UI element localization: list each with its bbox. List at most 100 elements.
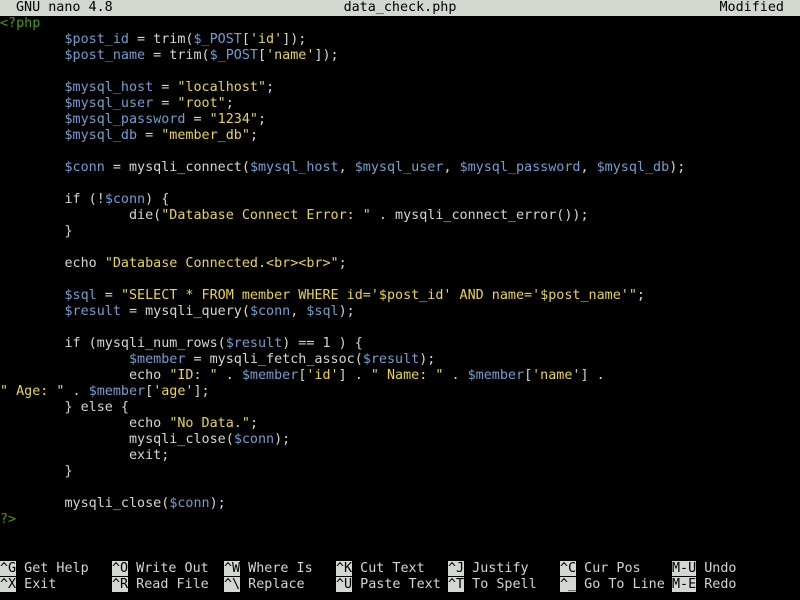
code-line[interactable] <box>0 64 800 80</box>
code-line[interactable]: <?php <box>0 16 800 32</box>
code-line[interactable]: $post_id = trim($_POST['id']); <box>0 32 800 48</box>
shortcut-label: To Spell <box>464 577 537 592</box>
code-token: $member <box>88 384 146 399</box>
code-token: $sql <box>64 288 97 303</box>
code-line[interactable]: $mysql_user = "root"; <box>0 96 800 112</box>
code-line[interactable]: $mysql_password = "1234"; <box>0 112 800 128</box>
code-line[interactable]: } <box>0 224 800 240</box>
shortcut-key: M-E <box>672 577 697 592</box>
code-token: "Database Connect Error: " <box>161 208 371 223</box>
code-token: "1234" <box>209 112 258 127</box>
code-line[interactable]: $result = mysqli_query($conn, $sql); <box>0 304 800 320</box>
code-token: = <box>137 128 162 143</box>
code-line[interactable]: $member = mysqli_fetch_assoc($result); <box>0 352 800 368</box>
code-token: [ <box>241 32 250 47</box>
shortcut-item[interactable]: ^_ Go To Line <box>560 577 665 593</box>
code-token: if (! <box>64 192 105 207</box>
code-token: $conn <box>169 496 210 511</box>
code-line[interactable]: $mysql_host = "localhost"; <box>0 80 800 96</box>
code-token: $_POST <box>193 32 242 47</box>
shortcut-label: Get Help <box>16 561 89 576</box>
code-token: $_POST <box>209 48 258 63</box>
code-token: ] . <box>338 368 371 383</box>
code-line[interactable]: " Age: " . $member['age']; <box>0 384 800 400</box>
code-line[interactable]: $mysql_db = "member_db"; <box>0 128 800 144</box>
code-token: = mysqli_query( <box>120 304 250 319</box>
shortcut-item[interactable]: ^J Justify <box>448 561 529 577</box>
shortcut-label: Write Out <box>128 561 209 576</box>
code-line[interactable] <box>0 480 800 496</box>
shortcut-item[interactable]: ^O Write Out <box>112 561 209 577</box>
code-line[interactable]: die("Database Connect Error: " . mysqli_… <box>0 208 800 224</box>
shortcut-item[interactable]: M-U Undo <box>672 561 737 577</box>
code-line[interactable] <box>0 320 800 336</box>
shortcut-key: ^O <box>112 561 129 576</box>
code-line[interactable]: $post_name = trim($_POST['name']); <box>0 48 800 64</box>
code-line[interactable]: mysqli_close($conn); <box>0 496 800 512</box>
code-line[interactable]: mysqli_close($conn); <box>0 432 800 448</box>
shortcut-item[interactable]: ^C Cur Pos <box>560 561 641 577</box>
code-token: . <box>443 368 468 383</box>
code-token: "localhost" <box>177 80 267 95</box>
shortcut-item[interactable]: ^U Paste Text <box>336 577 441 593</box>
shortcut-label: Cur Pos <box>576 561 641 576</box>
shortcut-item[interactable]: M-E Redo <box>672 577 737 593</box>
shortcut-label: Redo <box>696 577 737 592</box>
code-line[interactable] <box>0 144 800 160</box>
code-token: $member <box>241 368 299 383</box>
shortcut-item[interactable]: ^K Cut Text <box>336 561 425 577</box>
code-token: $conn <box>64 160 105 175</box>
code-token: . mysqli_connect_error()); <box>370 208 589 223</box>
code-line[interactable] <box>0 272 800 288</box>
shortcut-key: ^T <box>448 577 465 592</box>
shortcut-key: ^_ <box>560 577 577 592</box>
shortcut-item[interactable]: ^\ Replace <box>224 577 305 593</box>
shortcut-item[interactable]: ^R Read File <box>112 577 209 593</box>
shortcut-item[interactable]: ^X Exit <box>0 577 56 593</box>
code-token: ; <box>266 80 275 95</box>
shortcut-item[interactable]: ^G Get Help <box>0 561 89 577</box>
code-token: 'name' <box>532 368 581 383</box>
code-token: $mysql_user <box>64 96 154 111</box>
shortcut-label: Read File <box>128 577 209 592</box>
code-line[interactable]: if (!$conn) { <box>0 192 800 208</box>
shortcut-item[interactable]: ^T To Spell <box>448 577 537 593</box>
code-token: ] . <box>580 368 605 383</box>
code-line[interactable]: exit; <box>0 448 800 464</box>
code-token: $post_id <box>378 288 444 303</box>
code-token: = <box>153 96 178 111</box>
code-token: ; <box>636 288 645 303</box>
code-token: ); <box>209 496 226 511</box>
code-token: " Age: " <box>0 384 65 399</box>
code-token: $result <box>225 336 283 351</box>
code-editor-area[interactable]: <?php $post_id = trim($_POST['id']); $po… <box>0 16 800 536</box>
code-line[interactable]: } <box>0 464 800 480</box>
code-line[interactable] <box>0 240 800 256</box>
code-line[interactable]: ?> <box>0 512 800 528</box>
code-token: 'id' <box>306 368 339 383</box>
shortcut-key: ^X <box>0 577 17 592</box>
shortcut-item[interactable]: ^W Where Is <box>224 561 313 577</box>
code-token: . <box>217 368 242 383</box>
code-token: "ID: " <box>169 368 218 383</box>
code-token: . <box>64 384 89 399</box>
code-token: 'name' <box>266 48 315 63</box>
code-line[interactable]: $sql = "SELECT * FROM member WHERE id='$… <box>0 288 800 304</box>
code-line[interactable]: echo "Database Connected.<br><br>"; <box>0 256 800 272</box>
code-line[interactable]: if (mysqli_num_rows($result) == 1 ) { <box>0 336 800 352</box>
code-line[interactable]: $conn = mysqli_connect($mysql_host, $mys… <box>0 160 800 176</box>
code-line[interactable]: echo "No Data."; <box>0 416 800 432</box>
code-line[interactable] <box>0 176 800 192</box>
code-token: mysqli_close( <box>129 432 234 447</box>
shortcut-label: Paste Text <box>352 577 441 592</box>
code-line[interactable]: echo "ID: " . $member['id'] . " Name: " … <box>0 368 800 384</box>
code-line[interactable]: } else { <box>0 400 800 416</box>
code-token: ) { <box>145 192 170 207</box>
